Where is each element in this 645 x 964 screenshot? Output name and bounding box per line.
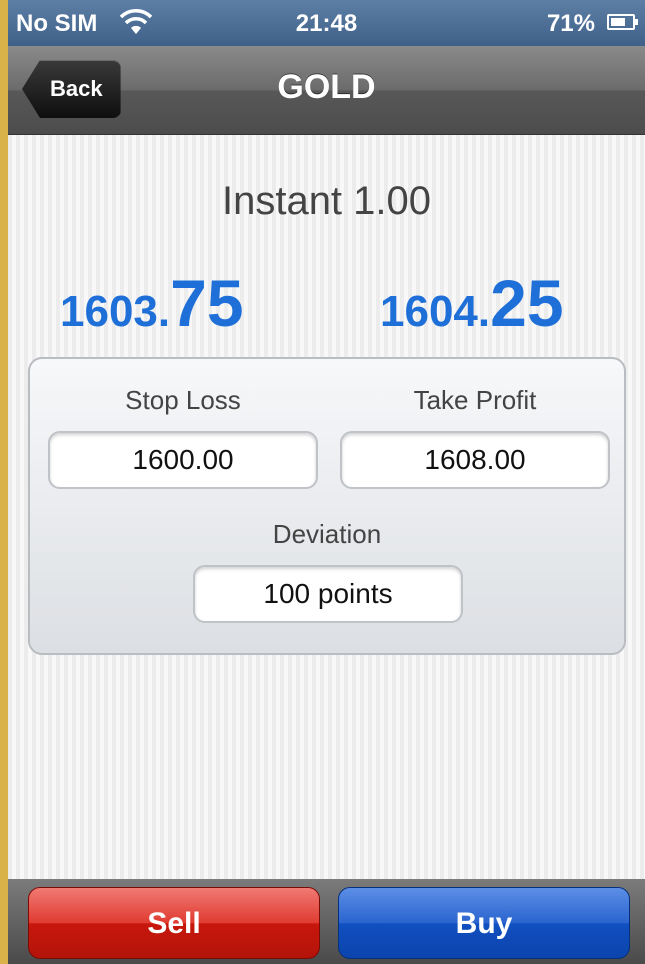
stop-loss-field[interactable]: 1600.00 — [48, 431, 318, 489]
battery-icon — [607, 14, 638, 30]
stop-loss-label: Stop Loss — [125, 385, 241, 415]
buy-button[interactable]: Buy — [338, 887, 630, 959]
action-toolbar: Sell Buy — [8, 879, 645, 964]
battery-fill — [611, 18, 625, 26]
order-parameters-panel: Stop Loss Take Profit 1600.00 1608.00 De… — [28, 357, 626, 655]
ask-price-main: 25 — [490, 266, 564, 340]
deviation-label: Deviation — [272, 519, 382, 549]
take-profit-field[interactable]: 1608.00 — [340, 431, 610, 489]
ask-price-prefix: 1604. — [380, 287, 491, 336]
ask-price: 1604.25 — [380, 265, 564, 341]
status-bar: No SIM 21:48 71% — [8, 0, 645, 46]
deviation-field[interactable]: 100 points — [193, 565, 463, 623]
bid-price: 1603.75 — [60, 265, 244, 341]
sell-button[interactable]: Sell — [28, 887, 320, 959]
order-content: Instant 1.00 1603.75 1604.25 Stop Loss T… — [8, 135, 645, 879]
execution-type-label: Instant 1.00 — [221, 179, 432, 223]
navigation-bar: Back GOLD — [8, 46, 645, 135]
phone-screen: No SIM 21:48 71% Back GOLD Instant 1.00 … — [8, 0, 645, 964]
battery-percentage: 71% — [546, 10, 595, 37]
page-title: GOLD — [277, 68, 376, 106]
bid-price-prefix: 1603. — [60, 287, 171, 336]
bid-price-main: 75 — [170, 266, 244, 340]
take-profit-label: Take Profit — [413, 385, 537, 415]
